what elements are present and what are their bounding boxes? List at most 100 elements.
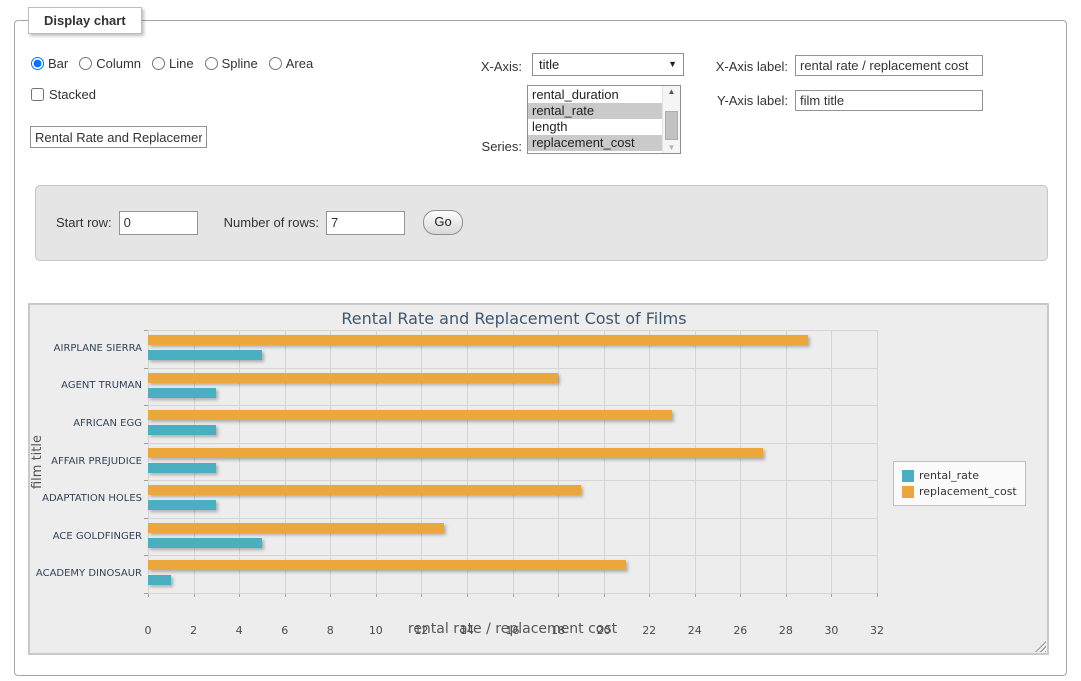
chart-type-radio-bar[interactable] (31, 57, 44, 70)
gridline-horizontal (148, 593, 877, 594)
gridline-horizontal (148, 443, 877, 444)
gridline-vertical (421, 330, 422, 593)
gridline-vertical (786, 330, 787, 593)
gridline-vertical (194, 330, 195, 593)
chart-type-option-column[interactable]: Column (79, 56, 141, 71)
gridline-vertical (285, 330, 286, 593)
legend-item-rental_rate[interactable]: rental_rate (902, 469, 1017, 482)
y-axis-tick (144, 555, 148, 556)
x-axis-selected-value: title (539, 57, 559, 72)
series-scrollbar[interactable]: ▲ ▼ (662, 86, 680, 153)
bar-rental_rate (148, 538, 262, 548)
bar-replacement_cost (148, 485, 581, 495)
legend-item-replacement_cost[interactable]: replacement_cost (902, 485, 1017, 498)
legend-label: replacement_cost (919, 485, 1017, 498)
series-option-rental_duration[interactable]: rental_duration (528, 87, 663, 103)
gridline-horizontal (148, 330, 877, 331)
series-option-replacement_cost[interactable]: replacement_cost (528, 135, 663, 151)
legend-swatch-icon (902, 470, 914, 482)
scroll-up-icon[interactable]: ▲ (663, 87, 680, 96)
bar-replacement_cost (148, 523, 444, 533)
chart-legend: rental_rate replacement_cost (893, 461, 1026, 506)
panel-legend: Display chart (28, 7, 142, 34)
y-axis-tick (144, 593, 148, 594)
stacked-option[interactable]: Stacked (31, 87, 96, 102)
x-axis-select-label: X-Axis: (446, 59, 522, 74)
x-axis-tick (877, 593, 878, 597)
display-chart-page: Display chart Bar Column Line Spline Area St… (0, 0, 1081, 681)
category-label: AIRPLANE SIERRA (32, 343, 142, 355)
bar-replacement_cost (148, 335, 808, 345)
bar-replacement_cost (148, 410, 672, 420)
y-axis-tick (144, 405, 148, 406)
chevron-down-icon: ▼ (668, 54, 677, 75)
chart-type-label: Spline (222, 56, 258, 71)
chart-type-label: Area (286, 56, 313, 71)
chart-type-option-line[interactable]: Line (152, 56, 194, 71)
gridline-vertical (558, 330, 559, 593)
x-axis-title: rental rate / replacement cost (148, 621, 877, 637)
gridline-horizontal (148, 480, 877, 481)
gridline-vertical (239, 330, 240, 593)
chart-type-radio-group: Bar Column Line Spline Area (31, 56, 313, 71)
chart-type-option-spline[interactable]: Spline (205, 56, 258, 71)
y-axis-tick (144, 368, 148, 369)
start-row-input[interactable] (119, 211, 198, 235)
series-option-length[interactable]: length (528, 119, 663, 135)
bar-replacement_cost (148, 560, 626, 570)
gridline-horizontal (148, 555, 877, 556)
row-range-panel: Start row: Number of rows: Go (35, 185, 1048, 261)
gridline-vertical (740, 330, 741, 593)
chart-type-label: Line (169, 56, 194, 71)
gridline-horizontal (148, 368, 877, 369)
bar-rental_rate (148, 350, 262, 360)
chart-title-input[interactable] (30, 126, 207, 148)
gridline-horizontal (148, 518, 877, 519)
series-multiselect[interactable]: rental_durationrental_ratelengthreplacem… (527, 85, 681, 154)
chart-type-option-bar[interactable]: Bar (31, 56, 68, 71)
resize-handle-icon[interactable] (1035, 641, 1046, 652)
category-label: ACE GOLDFINGER (32, 531, 142, 543)
y-axis-tick (144, 518, 148, 519)
series-list-label: Series: (446, 139, 522, 154)
panel-legend-text: Display chart (44, 13, 126, 28)
bar-rental_rate (148, 575, 171, 585)
gridline-vertical (467, 330, 468, 593)
chart-type-radio-spline[interactable] (205, 57, 218, 70)
y-axis-tick (144, 330, 148, 331)
gridline-vertical (877, 330, 878, 593)
number-of-rows-input[interactable] (326, 211, 405, 235)
gridline-vertical (695, 330, 696, 593)
series-options: rental_durationrental_ratelengthreplacem… (528, 87, 663, 153)
gridline-vertical (604, 330, 605, 593)
legend-label: rental_rate (919, 469, 979, 482)
chart-type-radio-area[interactable] (269, 57, 282, 70)
gridline-vertical (148, 330, 149, 593)
bar-rental_rate (148, 500, 216, 510)
gridline-horizontal (148, 405, 877, 406)
gridline-vertical (376, 330, 377, 593)
category-label: AGENT TRUMAN (32, 380, 142, 392)
plot-area: 02468101214161820222426283032AIRPLANE SI… (148, 330, 877, 593)
gridline-vertical (831, 330, 832, 593)
bar-rental_rate (148, 388, 216, 398)
series-option-rental_rate[interactable]: rental_rate (528, 103, 663, 119)
bar-rental_rate (148, 425, 216, 435)
y-axis-label-field-label: Y-Axis label: (710, 93, 788, 108)
chart-type-radio-line[interactable] (152, 57, 165, 70)
chart-type-label: Bar (48, 56, 68, 71)
bar-rental_rate (148, 463, 216, 473)
bar-replacement_cost (148, 448, 763, 458)
category-label: ADAPTATION HOLES (32, 493, 142, 505)
y-axis-label-input[interactable] (795, 90, 983, 111)
go-button[interactable]: Go (423, 210, 463, 235)
gridline-vertical (330, 330, 331, 593)
x-axis-select[interactable]: title ▼ (532, 53, 684, 76)
chart-type-radio-column[interactable] (79, 57, 92, 70)
stacked-checkbox[interactable] (31, 88, 44, 101)
scrollbar-thumb[interactable] (665, 111, 678, 140)
x-axis-label-input[interactable] (795, 55, 983, 76)
scroll-down-icon[interactable]: ▼ (663, 143, 680, 152)
chart-container: Rental Rate and Replacement Cost of Film… (28, 303, 1049, 655)
chart-type-option-area[interactable]: Area (269, 56, 313, 71)
